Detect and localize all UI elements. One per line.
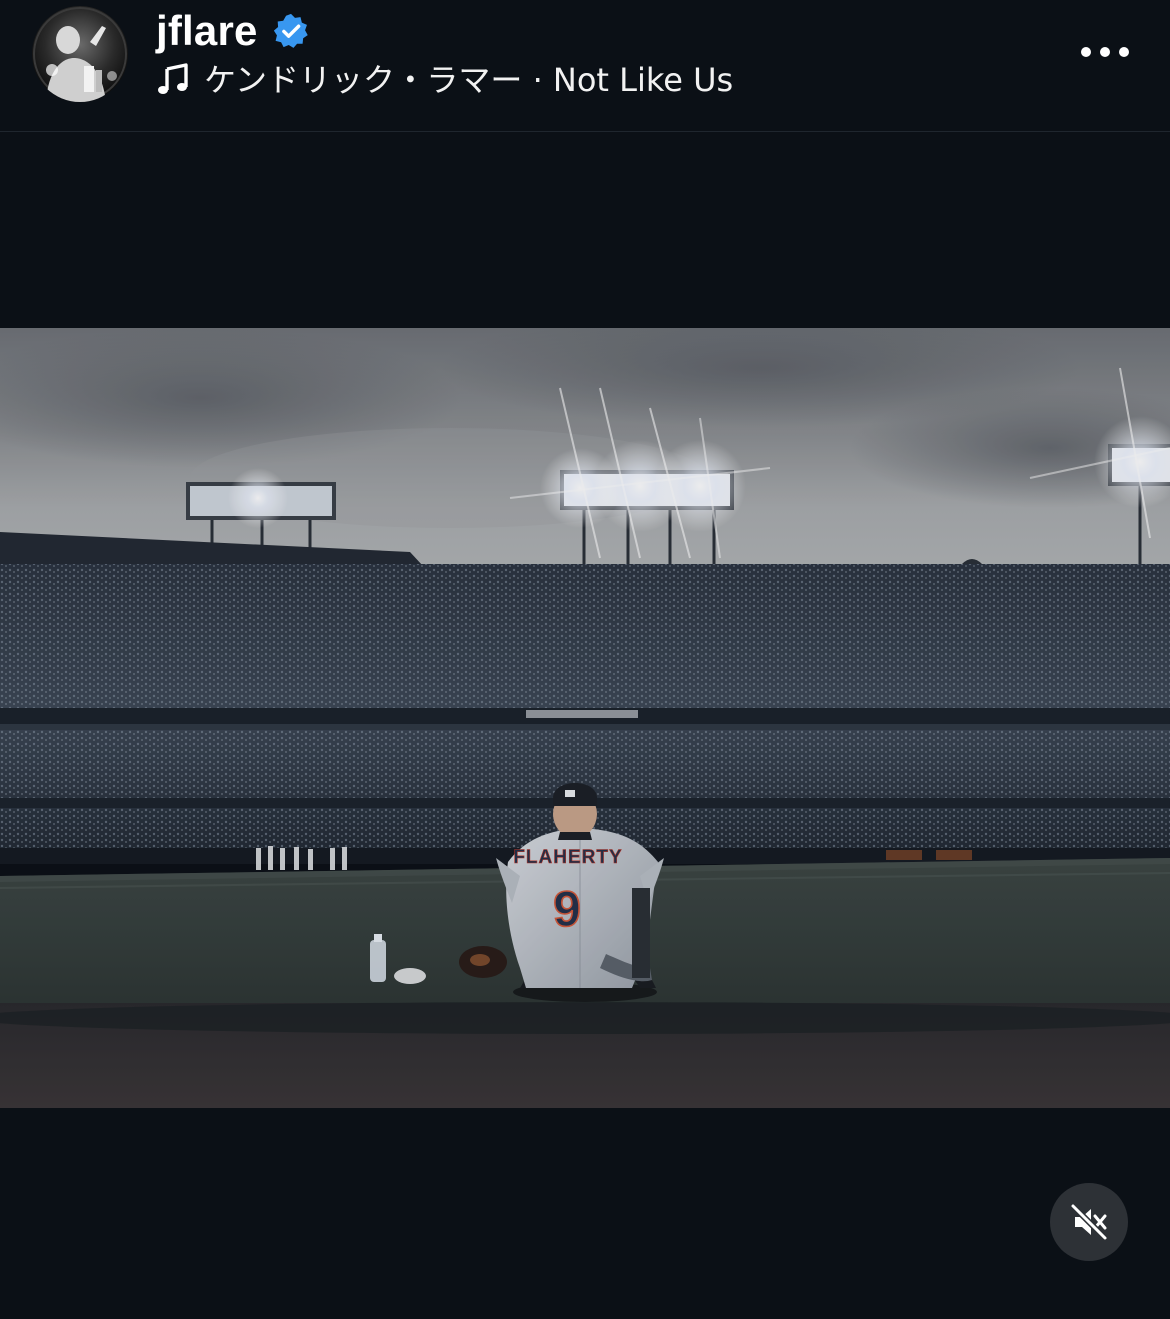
more-options-button[interactable] [1072,30,1138,74]
speaker-muted-icon [1070,1203,1108,1241]
post-photo[interactable]: FLAHERTY 9 [0,328,1170,1108]
avatar[interactable] [32,6,128,102]
instagram-post: jflare ケンドリック・ラマー · Not Like Us FLAHERTY… [0,0,1170,1319]
more-horizontal-icon [1081,47,1129,57]
avatar-image [32,6,128,102]
post-header: jflare ケンドリック・ラマー · Not Like Us [0,0,1170,132]
post-media[interactable]: FLAHERTY 9 [0,133,1170,1319]
stadium-photo: FLAHERTY 9 [0,328,1170,1108]
mute-button[interactable] [1050,1183,1128,1261]
verified-badge-icon [273,13,308,48]
username[interactable]: jflare [156,4,258,58]
music-attribution[interactable]: ケンドリック・ラマー · Not Like Us [156,58,733,102]
music-note-icon [158,63,188,94]
music-label: ケンドリック・ラマー · Not Like Us [204,61,734,99]
